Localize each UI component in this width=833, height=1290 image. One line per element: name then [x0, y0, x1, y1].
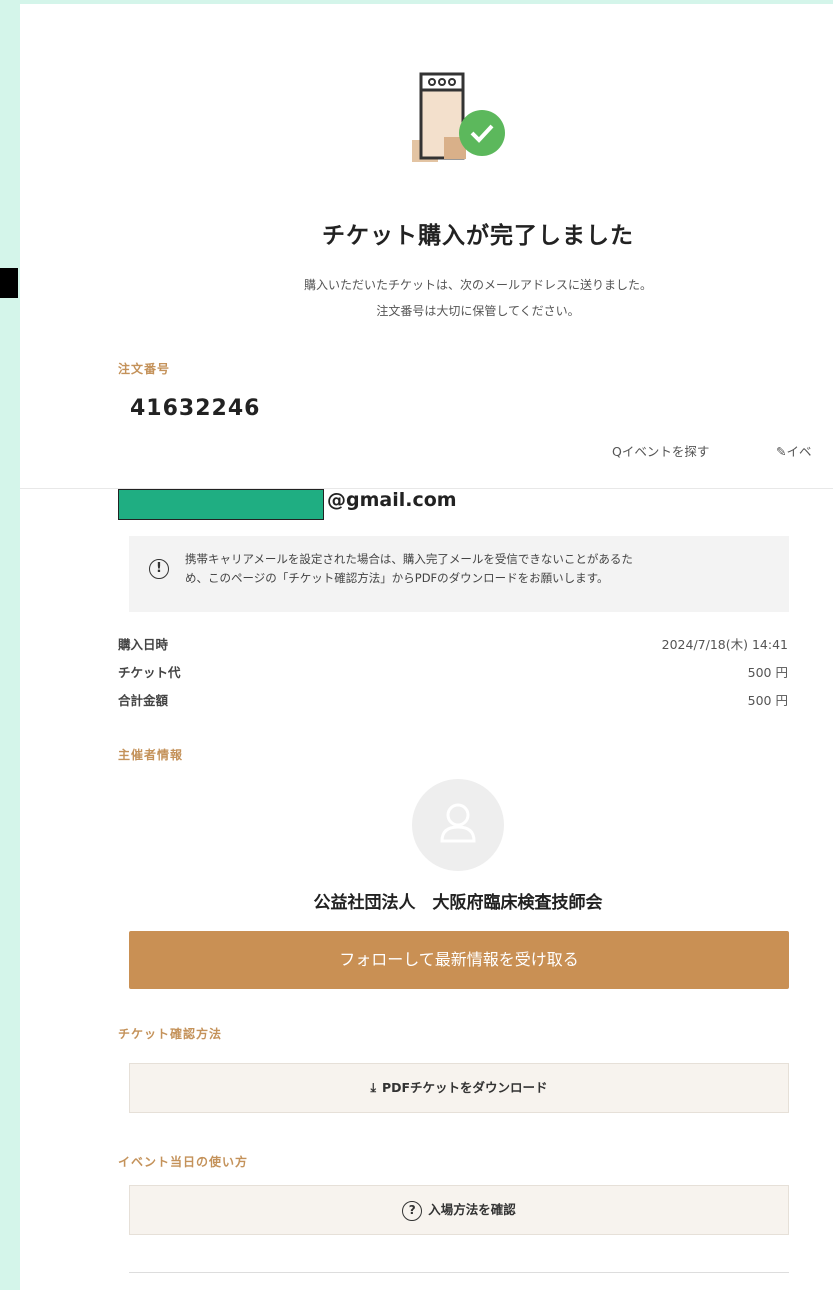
- bottom-divider: [129, 1272, 789, 1273]
- search-icon: Q: [612, 444, 622, 459]
- event-day-label: イベント当日の使い方: [118, 1155, 249, 1169]
- organizer-avatar: [412, 779, 504, 871]
- carrier-mail-notice: ! 携帯キャリアメールを設定された場合は、購入完了メールを受信できないことがある…: [129, 536, 789, 612]
- notice-text-line1: 携帯キャリアメールを設定された場合は、購入完了メールを受信できないことがあるた: [185, 552, 633, 566]
- purchase-date-value: 2024/7/18(木) 14:41: [661, 637, 788, 652]
- completion-message: 購入いただいたチケットは、次のメールアドレスに送りました。: [303, 278, 652, 292]
- ticket-price-label: チケット代: [118, 665, 181, 680]
- download-icon: ⤓: [370, 1080, 376, 1095]
- nav-event-label: イベ: [786, 444, 812, 459]
- pen-icon: ✎: [776, 444, 787, 459]
- ticket-check-label: チケット確認方法: [118, 1027, 223, 1041]
- question-icon: ?: [402, 1200, 423, 1221]
- completion-message-2: 注文番号は大切に保管してください。: [376, 304, 580, 318]
- order-number-label: 注文番号: [118, 362, 171, 376]
- download-pdf-button[interactable]: ⤓ PDFチケットをダウンロード: [129, 1063, 789, 1113]
- page-title: チケット購入が完了しました: [322, 223, 634, 249]
- follow-button[interactable]: フォローして最新情報を受け取る: [129, 931, 789, 989]
- purchase-date-label: 購入日時: [118, 637, 169, 652]
- nav-search-label: イベントを探す: [621, 444, 710, 459]
- nav-event-link[interactable]: ✎イベ: [776, 441, 812, 460]
- edge-marker: [0, 268, 18, 298]
- ticket-price-value: 500 円: [747, 665, 788, 680]
- nav-search-link[interactable]: Qイベントを探す: [612, 441, 709, 460]
- total-label: 合計金額: [118, 693, 169, 708]
- order-number: 41632246: [130, 396, 261, 421]
- info-icon: !: [149, 559, 169, 579]
- download-pdf-label: PDFチケットをダウンロード: [381, 1080, 548, 1095]
- purchase-complete-card: チケット購入が完了しました 購入いただいたチケットは、次のメールアドレスに送りま…: [20, 4, 833, 1290]
- organizer-name: 公益社団法人 大阪府臨床検査技師会: [313, 893, 603, 913]
- email-redaction: [118, 489, 324, 520]
- user-icon: [440, 803, 476, 843]
- total-value: 500 円: [747, 693, 788, 708]
- notice-text-line2: め、このページの「チケット確認方法」からPDFのダウンロードをお願いします。: [185, 571, 609, 585]
- entry-method-label: 入場方法を確認: [428, 1202, 516, 1217]
- email-domain: @gmail.com: [327, 489, 457, 511]
- organizer-section-label: 主催者情報: [118, 748, 184, 762]
- entry-method-button[interactable]: ? 入場方法を確認: [129, 1185, 789, 1235]
- ticket-complete-icon: [412, 72, 505, 162]
